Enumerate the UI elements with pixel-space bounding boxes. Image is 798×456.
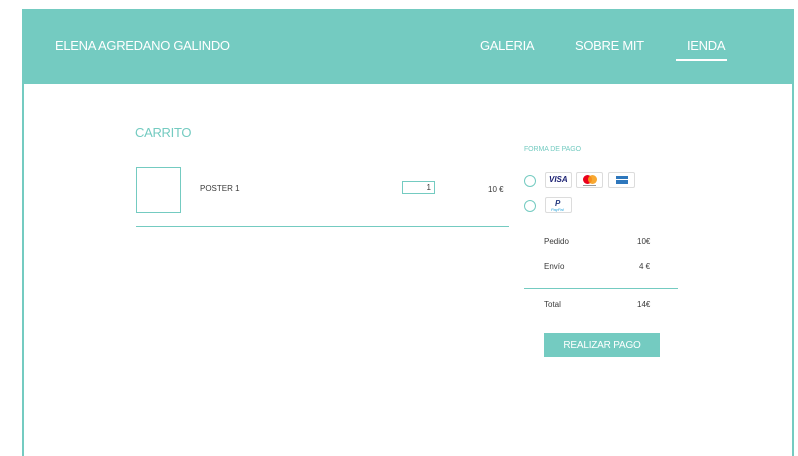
- page-frame: ELENA AGREDANO GALINDO GALERIA SOBRE MIT…: [22, 9, 794, 456]
- pay-button[interactable]: REALIZAR PAGO: [544, 333, 660, 357]
- payment-title: FORMA DE PAGO: [524, 146, 581, 153]
- visa-label: VISA: [549, 175, 568, 184]
- summary-value-pedido: 10€: [637, 237, 651, 246]
- summary-value-total: 14€: [637, 300, 651, 309]
- radio-cards[interactable]: [524, 175, 536, 187]
- nav-galeria[interactable]: GALERIA: [480, 38, 535, 53]
- cart-item-name: POSTER 1: [200, 184, 240, 193]
- summary-label-pedido: Pedido: [544, 237, 569, 246]
- nav-tienda[interactable]: IENDA: [687, 38, 726, 53]
- visa-icon: VISA: [545, 172, 572, 188]
- summary-value-envio: 4 €: [639, 262, 651, 271]
- site-header: ELENA AGREDANO GALINDO GALERIA SOBRE MIT…: [24, 9, 792, 84]
- summary-label-total: Total: [544, 300, 561, 309]
- nav-active-underline: [676, 59, 727, 61]
- mastercard-icon: [576, 172, 603, 188]
- product-thumbnail[interactable]: [136, 167, 181, 213]
- amex-icon: [608, 172, 635, 188]
- radio-paypal[interactable]: [524, 200, 536, 212]
- quantity-input[interactable]: 1: [402, 181, 435, 194]
- nav-sobre-mi[interactable]: SOBRE MIT: [575, 38, 644, 53]
- cart-item-price: 10 €: [488, 185, 504, 194]
- summary-label-envio: Envío: [544, 262, 565, 271]
- cart-title: CARRITO: [135, 125, 192, 140]
- cart-divider: [136, 226, 509, 227]
- paypal-icon: P PayPal: [545, 197, 572, 213]
- summary-divider: [524, 288, 678, 289]
- brand-title[interactable]: ELENA AGREDANO GALINDO: [55, 38, 230, 53]
